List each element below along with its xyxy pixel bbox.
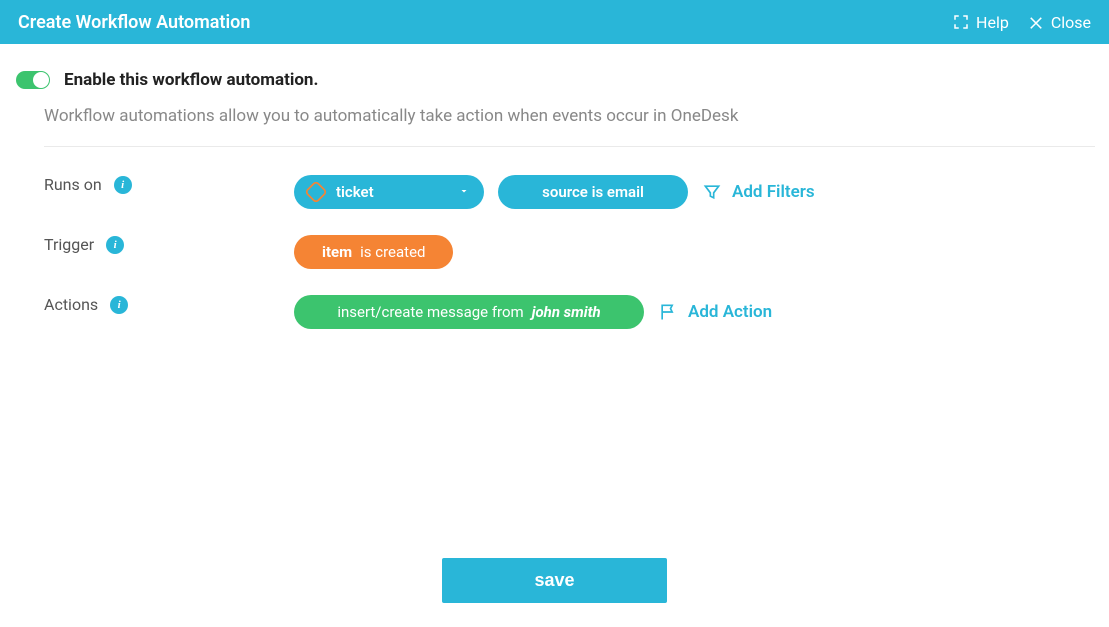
info-icon[interactable]: i: [114, 176, 132, 194]
trigger-verb: is created: [360, 243, 425, 261]
dialog-title: Create Workflow Automation: [18, 12, 250, 33]
dialog-header: Create Workflow Automation Help Close: [0, 0, 1109, 44]
action-pill[interactable]: insert/create message from john smith: [294, 295, 644, 329]
flag-icon: [658, 302, 678, 322]
dialog-content: Enable this workflow automation. Workflo…: [0, 44, 1109, 329]
help-button[interactable]: Help: [952, 13, 1009, 32]
chevron-down-icon: [458, 183, 470, 201]
add-action-label: Add Action: [688, 302, 772, 322]
actions-label: Actions: [44, 295, 98, 314]
runs-on-type-dropdown[interactable]: ticket: [294, 175, 484, 209]
trigger-label-group: Trigger i: [44, 235, 294, 254]
trigger-pill[interactable]: item is created: [294, 235, 453, 269]
actions-controls: insert/create message from john smith Ad…: [294, 295, 772, 329]
action-user: john smith: [532, 303, 601, 321]
enable-label: Enable this workflow automation.: [64, 70, 318, 90]
add-action-button[interactable]: Add Action: [658, 302, 772, 322]
add-filters-button[interactable]: Add Filters: [702, 182, 815, 202]
add-filters-label: Add Filters: [732, 182, 815, 202]
close-button[interactable]: Close: [1027, 13, 1091, 32]
trigger-label: Trigger: [44, 235, 94, 254]
runs-on-controls: ticket source is email Add Filters: [294, 175, 815, 209]
runs-on-label: Runs on: [44, 175, 102, 194]
runs-on-type-text: ticket: [336, 183, 374, 201]
runs-on-label-group: Runs on i: [44, 175, 294, 194]
enable-toggle[interactable]: [16, 71, 50, 89]
trigger-controls: item is created: [294, 235, 453, 269]
info-icon[interactable]: i: [110, 296, 128, 314]
help-label: Help: [976, 13, 1009, 32]
actions-label-group: Actions i: [44, 295, 294, 314]
help-icon: [952, 13, 970, 31]
header-actions: Help Close: [952, 13, 1091, 32]
trigger-row: Trigger i item is created: [44, 235, 1065, 269]
info-icon[interactable]: i: [106, 236, 124, 254]
close-label: Close: [1051, 13, 1091, 32]
action-verb: insert/create message from: [337, 303, 523, 321]
filter-icon: [702, 182, 722, 202]
ticket-icon: [306, 182, 326, 202]
trigger-subject: item: [322, 243, 352, 261]
close-icon: [1027, 13, 1045, 31]
save-button[interactable]: save: [442, 558, 667, 603]
runs-on-row: Runs on i ticket source is email Add Fil…: [44, 175, 1065, 209]
dialog-footer: save: [0, 558, 1109, 603]
description-text: Workflow automations allow you to automa…: [44, 106, 1065, 126]
actions-row: Actions i insert/create message from joh…: [44, 295, 1065, 329]
runs-on-filter-pill[interactable]: source is email: [498, 175, 688, 209]
divider: [44, 146, 1095, 147]
runs-on-filter-text: source is email: [542, 183, 644, 201]
enable-row: Enable this workflow automation.: [16, 70, 1065, 90]
